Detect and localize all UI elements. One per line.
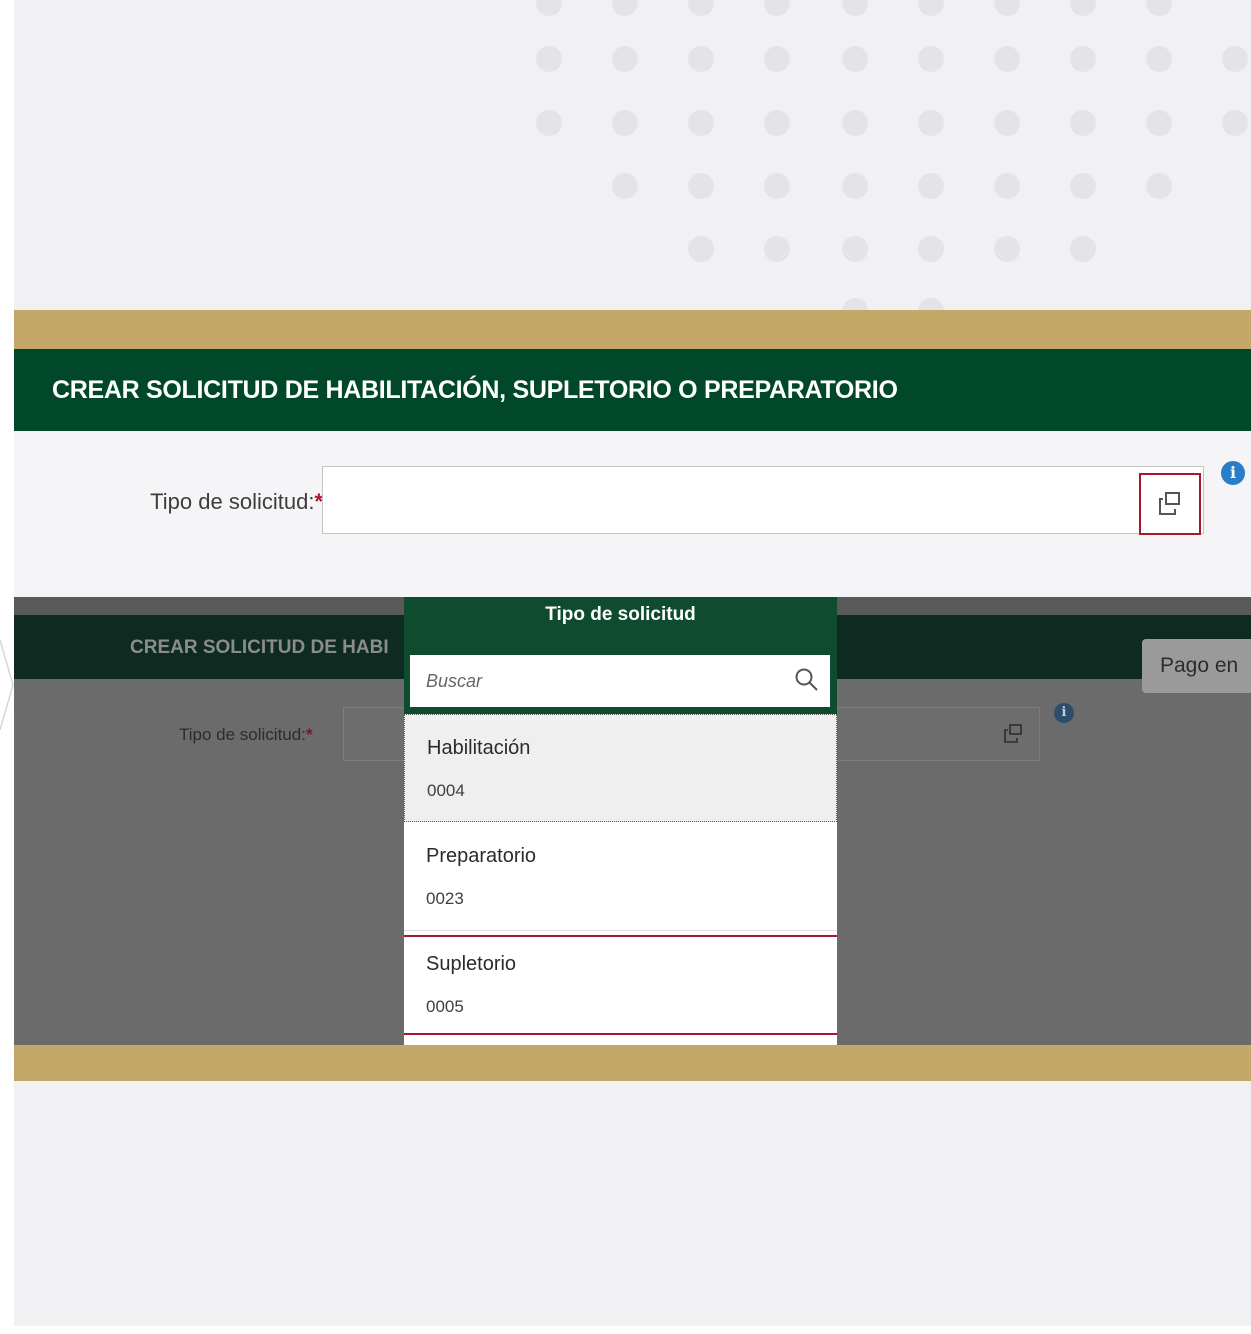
request-type-label-text: Tipo de solicitud: <box>150 489 315 514</box>
decorative-dot-pattern <box>14 0 1251 310</box>
info-icon[interactable]: i <box>1054 703 1074 723</box>
value-help-button[interactable] <box>1139 473 1201 535</box>
search-input[interactable]: Buscar <box>410 655 830 707</box>
dimmed-request-type-label: Tipo de solicitud:* <box>179 725 313 745</box>
list-item-name: Habilitación <box>427 737 531 759</box>
chevron-right-icon <box>0 640 14 730</box>
page-background: CREAR SOLICITUD DE HABILITACIÓN, SUPLETO… <box>14 0 1251 1326</box>
form-header: CREAR SOLICITUD DE HABILITACIÓN, SUPLETO… <box>14 349 1251 431</box>
request-type-input[interactable] <box>322 466 1204 534</box>
list-item-preparatorio[interactable]: Preparatorio 0023 <box>404 823 837 931</box>
gold-band-bottom <box>14 1045 1251 1081</box>
page-title: CREAR SOLICITUD DE HABILITACIÓN, SUPLETO… <box>52 376 898 404</box>
dialog-title: Tipo de solicitud <box>545 604 696 625</box>
list-item-code: 0023 <box>426 889 464 908</box>
gold-band-top <box>14 310 1251 349</box>
dimmed-request-type-label-text: Tipo de solicitud: <box>179 725 306 744</box>
value-help-icon <box>1159 492 1180 515</box>
list-item-name: Preparatorio <box>426 845 537 867</box>
request-form: Tipo de solicitud:* i <box>14 431 1251 597</box>
list-item-supletorio[interactable]: Supletorio 0005 <box>404 935 837 1035</box>
search-placeholder: Buscar <box>426 671 483 691</box>
value-help-dialog: Tipo de solicitud Buscar Habilitación 00… <box>404 597 837 1045</box>
pago-en-button[interactable]: Pago en <box>1142 639 1251 693</box>
list-item-name: Supletorio <box>426 953 517 975</box>
dimmed-page-title: CREAR SOLICITUD DE HABI <box>130 637 389 658</box>
search-icon[interactable] <box>794 667 820 693</box>
list-item-habilitacion[interactable]: Habilitación 0004 <box>404 714 837 822</box>
list-item-code: 0005 <box>426 997 464 1016</box>
info-icon[interactable]: i <box>1221 461 1245 485</box>
dialog-header: Tipo de solicitud Buscar <box>404 597 837 714</box>
list-item-code: 0004 <box>427 781 465 800</box>
value-help-icon[interactable] <box>1003 724 1023 744</box>
request-type-label: Tipo de solicitud:* <box>150 489 323 515</box>
dimmed-required-mark: * <box>305 725 313 744</box>
